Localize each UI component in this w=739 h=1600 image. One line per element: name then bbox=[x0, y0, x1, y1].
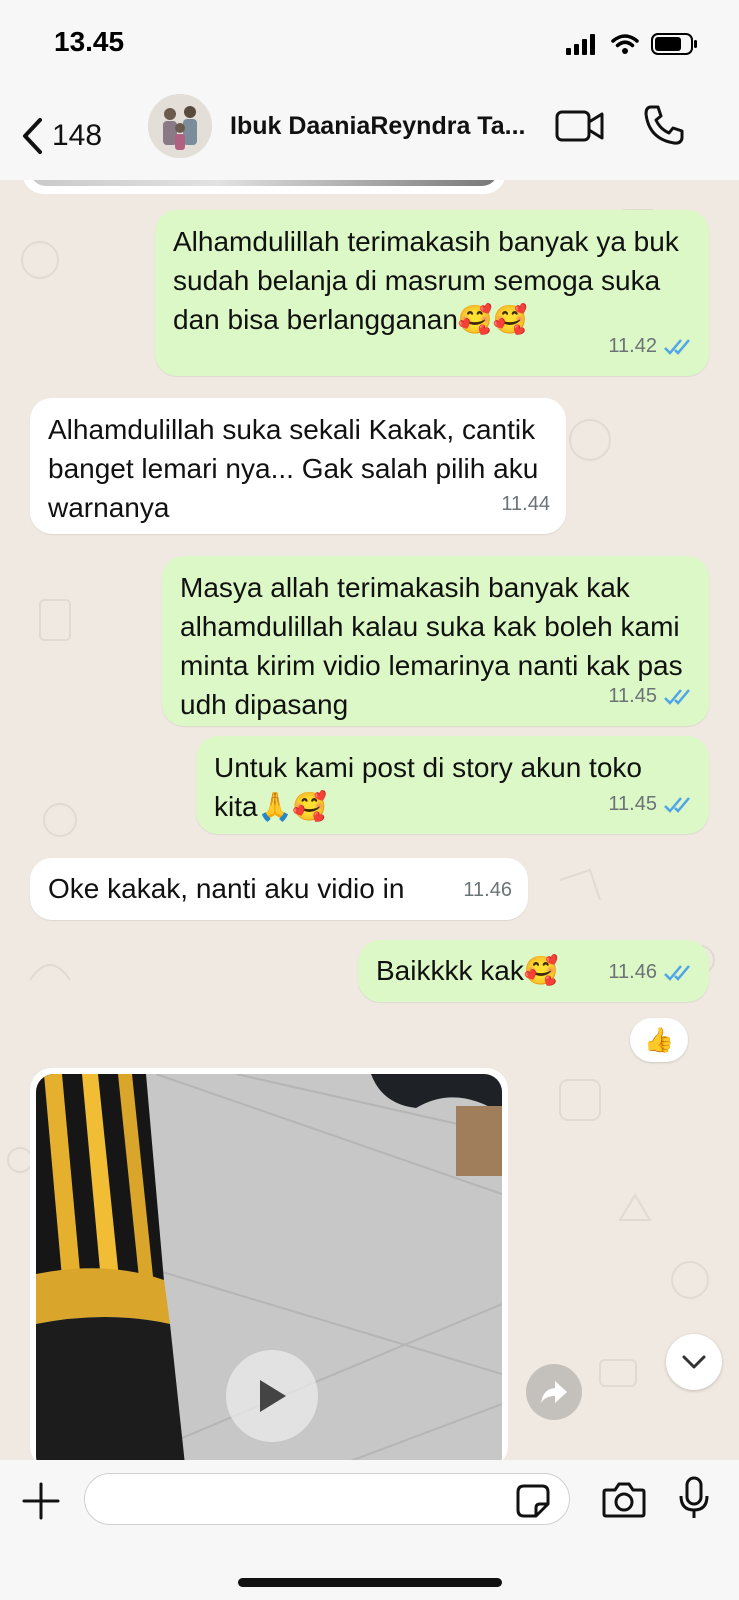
message-bubble-outgoing[interactable]: Untuk kami post di story akun toko kita🙏… bbox=[196, 736, 709, 834]
message-meta: 11.46 bbox=[463, 871, 512, 910]
message-time: 11.45 bbox=[608, 685, 657, 707]
status-time: 13.45 bbox=[54, 26, 125, 57]
forward-button[interactable] bbox=[526, 1364, 582, 1420]
plus-icon bbox=[22, 1482, 60, 1520]
message-meta: 11.44 bbox=[501, 485, 550, 524]
message-time: 11.46 bbox=[463, 879, 512, 901]
voice-call-button[interactable] bbox=[643, 104, 685, 151]
video-message[interactable] bbox=[30, 1068, 508, 1460]
status-icons bbox=[558, 32, 699, 56]
message-bubble-incoming[interactable]: Alhamdulillah suka sekali Kakak, cantik … bbox=[30, 398, 566, 534]
avatar-photo bbox=[148, 94, 212, 158]
message-meta: 11.46 bbox=[608, 953, 693, 992]
forward-icon bbox=[541, 1381, 567, 1403]
back-button[interactable]: 148 bbox=[20, 108, 102, 164]
unread-count: 148 bbox=[52, 119, 103, 152]
status-bar: 13.45 bbox=[0, 0, 739, 90]
wifi-icon bbox=[610, 34, 639, 54]
read-receipt-icon bbox=[664, 964, 690, 981]
chevron-left-icon bbox=[23, 118, 42, 154]
message-meta: 11.45 bbox=[608, 785, 693, 824]
video-call-button[interactable] bbox=[555, 108, 605, 149]
read-receipt-icon bbox=[664, 688, 690, 705]
play-button[interactable] bbox=[226, 1350, 318, 1442]
message-text: Oke kakak, nanti aku vidio in bbox=[48, 873, 405, 904]
message-reaction[interactable]: 👍 bbox=[630, 1018, 688, 1062]
read-receipt-icon bbox=[664, 796, 690, 813]
chat-area[interactable]: Alhamdulillah terimakasih banyak ya buk … bbox=[0, 180, 739, 1460]
message-text: Alhamdulillah terimakasih banyak ya buk … bbox=[173, 226, 679, 335]
message-meta: 11.42 bbox=[608, 327, 693, 366]
signal-icon bbox=[566, 34, 596, 55]
battery-icon bbox=[651, 33, 697, 55]
message-time: 11.42 bbox=[608, 335, 657, 357]
message-bubble-outgoing[interactable]: Masya allah terimakasih banyak kak alham… bbox=[162, 556, 709, 726]
message-time: 11.45 bbox=[608, 793, 657, 815]
microphone-icon bbox=[679, 1476, 709, 1518]
home-indicator[interactable] bbox=[238, 1578, 502, 1587]
message-text: Untuk kami post di story akun toko kita🙏… bbox=[214, 752, 642, 822]
previous-media-message[interactable] bbox=[22, 180, 506, 194]
composer-bar bbox=[0, 1460, 739, 1600]
previous-media-thumbnail bbox=[30, 180, 498, 186]
microphone-button[interactable] bbox=[678, 1476, 710, 1525]
message-bubble-outgoing[interactable]: Alhamdulillah terimakasih banyak ya buk … bbox=[155, 210, 709, 376]
contact-name[interactable]: Ibuk DaaniaReyndra Ta... bbox=[230, 112, 530, 141]
sticker-button[interactable] bbox=[516, 1484, 550, 1523]
scroll-to-bottom-button[interactable] bbox=[666, 1334, 722, 1390]
message-text: Baikkkk kak🥰 bbox=[376, 955, 559, 986]
message-time: 11.46 bbox=[608, 961, 657, 983]
sticker-icon bbox=[516, 1484, 550, 1518]
message-time: 11.44 bbox=[501, 493, 550, 515]
video-camera-icon bbox=[555, 110, 604, 142]
avatar[interactable] bbox=[148, 94, 212, 158]
message-text: Masya allah terimakasih banyak kak alham… bbox=[180, 572, 683, 720]
read-receipt-icon bbox=[664, 338, 690, 355]
phone-icon bbox=[644, 105, 684, 145]
message-input[interactable] bbox=[84, 1473, 570, 1525]
message-text: Alhamdulillah suka sekali Kakak, cantik … bbox=[48, 414, 539, 523]
video-thumbnail bbox=[36, 1074, 502, 1460]
chat-header: 148 Ibuk DaaniaReyndra Ta... bbox=[0, 90, 739, 180]
chevron-down-icon bbox=[682, 1355, 706, 1369]
message-bubble-outgoing[interactable]: Baikkkk kak🥰 11.46 bbox=[358, 940, 709, 1002]
message-meta: 11.45 bbox=[608, 677, 693, 716]
message-bubble-incoming[interactable]: Oke kakak, nanti aku vidio in 11.46 bbox=[30, 858, 528, 920]
camera-button[interactable] bbox=[602, 1480, 646, 1523]
camera-icon bbox=[602, 1482, 646, 1518]
attach-button[interactable] bbox=[22, 1482, 60, 1525]
play-icon bbox=[260, 1380, 286, 1412]
